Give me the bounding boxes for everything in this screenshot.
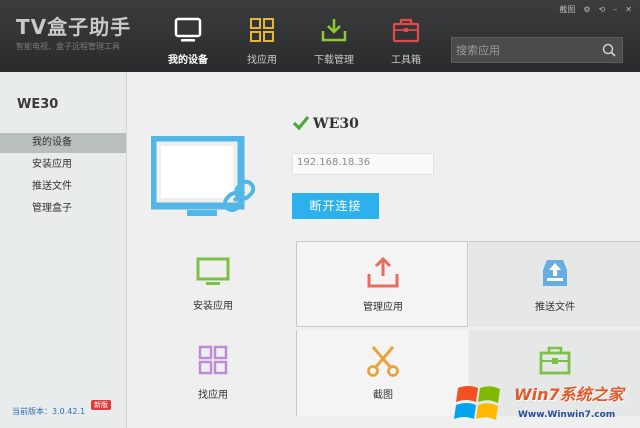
nav-download-label: 下载管理 bbox=[314, 55, 354, 66]
refresh-icon[interactable]: ⟲ bbox=[599, 5, 606, 14]
app-window: TV盒子助手 智能电视、盒子远程管理工具 我的设备 找应用 下载管理 工具箱 截… bbox=[0, 0, 640, 428]
tile-screenshot[interactable]: 截图 bbox=[296, 330, 468, 416]
tile-manage-apps-label: 管理应用 bbox=[363, 302, 403, 313]
search-icon[interactable] bbox=[602, 43, 616, 57]
nav-toolbox-label: 工具箱 bbox=[391, 55, 421, 66]
tile-find-apps-label: 找应用 bbox=[198, 390, 228, 401]
disconnect-button[interactable]: 断开连接 bbox=[292, 193, 379, 219]
app-slogan: 智能电视、盒子远程管理工具 bbox=[16, 42, 120, 51]
ip-address-field[interactable]: 192.168.18.36 bbox=[292, 153, 434, 175]
app-logo: TV盒子助手 bbox=[16, 15, 132, 39]
inbox-push-icon bbox=[543, 260, 567, 286]
nav-my-device[interactable]: 我的设备 bbox=[150, 0, 226, 72]
watermark-title: Win7系统之家 bbox=[514, 385, 624, 404]
tile-install-apps-label: 安装应用 bbox=[193, 301, 233, 312]
top-bar: TV盒子助手 智能电视、盒子远程管理工具 我的设备 找应用 下载管理 工具箱 截… bbox=[0, 0, 640, 72]
search-box bbox=[451, 37, 623, 63]
window-controls: 截图 ⚙ ⟲ – ✕ bbox=[559, 2, 640, 16]
new-version-badge[interactable]: 新版 bbox=[91, 400, 111, 410]
connected-monitor-icon bbox=[151, 136, 256, 216]
nav-toolbox[interactable]: 工具箱 bbox=[368, 0, 444, 72]
toolbox-icon bbox=[539, 346, 571, 375]
sidebar-item-my-device[interactable]: 我的设备 bbox=[0, 133, 126, 153]
upload-tray-icon bbox=[367, 256, 399, 288]
tile-screenshot-label: 截图 bbox=[373, 390, 393, 401]
toolbox-icon bbox=[392, 18, 420, 43]
settings-gear-icon[interactable]: ⚙ bbox=[583, 5, 590, 14]
nav-find-apps-label: 找应用 bbox=[247, 55, 277, 66]
download-icon bbox=[321, 19, 347, 42]
sidebar-item-push-files[interactable]: 推送文件 bbox=[0, 177, 126, 197]
tile-install-apps[interactable]: 安装应用 bbox=[127, 241, 299, 327]
sidebar-item-manage-box[interactable]: 管理盒子 bbox=[0, 199, 126, 219]
install-tv-icon bbox=[196, 257, 230, 285]
nav-my-device-label: 我的设备 bbox=[168, 55, 208, 66]
monitor-icon bbox=[174, 17, 202, 42]
tile-find-apps[interactable]: 找应用 bbox=[127, 330, 299, 416]
watermark-url: Www.Winwin7.com bbox=[518, 410, 616, 420]
minimize-button[interactable]: – bbox=[613, 5, 617, 14]
sidebar: WE30 我的设备 安装应用 推送文件 管理盒子 当前版本：3.0.42.1 新… bbox=[0, 72, 127, 428]
device-name: WE30 bbox=[313, 116, 359, 132]
main-panel: WE30 192.168.18.36 断开连接 安装应用 管理应用 推送文件 找… bbox=[127, 72, 640, 428]
tile-push-files[interactable]: 推送文件 bbox=[469, 241, 640, 327]
tile-push-files-label: 推送文件 bbox=[535, 302, 575, 313]
nav-download-manager[interactable]: 下载管理 bbox=[296, 0, 372, 72]
check-icon bbox=[292, 115, 310, 131]
nav-find-apps[interactable]: 找应用 bbox=[224, 0, 300, 72]
screenshot-button[interactable]: 截图 bbox=[559, 4, 575, 15]
version-label[interactable]: 当前版本：3.0.42.1 bbox=[12, 406, 85, 417]
sidebar-item-install-apps[interactable]: 安装应用 bbox=[0, 155, 126, 175]
scissors-icon bbox=[367, 346, 399, 377]
app-grid-icon bbox=[198, 345, 228, 375]
grid-icon bbox=[250, 18, 274, 42]
close-button[interactable]: ✕ bbox=[625, 5, 632, 14]
tile-manage-apps[interactable]: 管理应用 bbox=[296, 241, 468, 327]
search-input[interactable] bbox=[456, 41, 596, 59]
sidebar-device-title: WE30 bbox=[17, 97, 59, 112]
